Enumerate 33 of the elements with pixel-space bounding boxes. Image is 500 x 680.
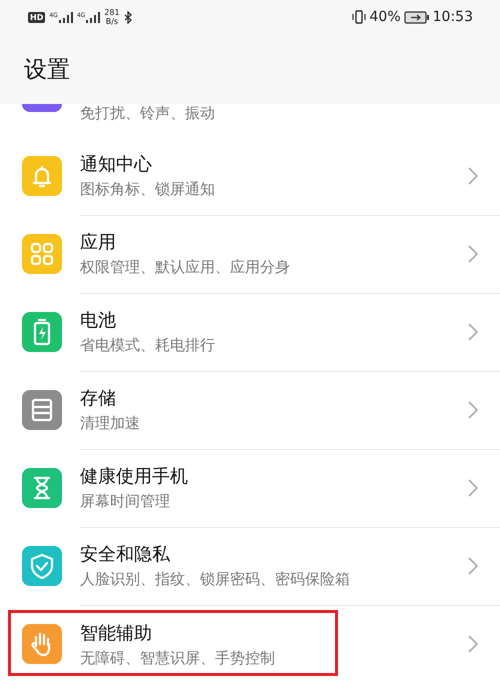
speed-value: 281 [104, 8, 120, 17]
chevron-right-icon [468, 245, 478, 263]
setting-subtitle: 无障碍、智慧识屏、手势控制 [80, 648, 276, 668]
chevron-right-icon [468, 167, 478, 185]
setting-subtitle: 省电模式、耗电排行 [80, 336, 216, 355]
setting-title[interactable]: 存储 [80, 386, 480, 410]
setting-title[interactable]: 智能辅助 [80, 620, 480, 644]
vibrate-icon [350, 10, 367, 24]
setting-title[interactable]: 健康使用手机 [80, 464, 480, 488]
chevron-right-icon [468, 557, 478, 575]
signal-icon [86, 12, 100, 22]
chevron-right-icon [468, 479, 478, 497]
setting-subtitle: 免打扰、铃声、振动 [80, 104, 215, 123]
setting-subtitle: 清理加速 [80, 414, 141, 433]
setting-title[interactable]: 安全和隐私 [80, 542, 480, 566]
setting-subtitle: 人脸识别、指纹、锁屏密码、密码保险箱 [80, 570, 351, 589]
chevron-right-icon [468, 635, 478, 653]
setting-subtitle: 图标角标、锁屏通知 [80, 180, 216, 199]
setting-title[interactable]: 应用 [80, 230, 480, 254]
setting-title[interactable]: 电池 [80, 308, 480, 332]
setting-subtitle: 屏幕时间管理 [80, 492, 171, 511]
setting-title[interactable]: 通知中心 [80, 152, 480, 176]
signal-icon [58, 12, 73, 22]
battery-percent: 40% [370, 9, 401, 25]
bluetooth-icon [124, 10, 133, 24]
setting-subtitle: 权限管理、默认应用、应用分身 [80, 258, 291, 277]
speed-unit: B/s [106, 17, 118, 26]
chevron-right-icon [468, 401, 478, 419]
chevron-right-icon [468, 323, 478, 341]
hd-icon: HD [28, 12, 46, 22]
battery-charging-icon [404, 10, 430, 24]
clock-time: 10:53 [432, 9, 473, 25]
page-title: 设置 [24, 56, 71, 85]
